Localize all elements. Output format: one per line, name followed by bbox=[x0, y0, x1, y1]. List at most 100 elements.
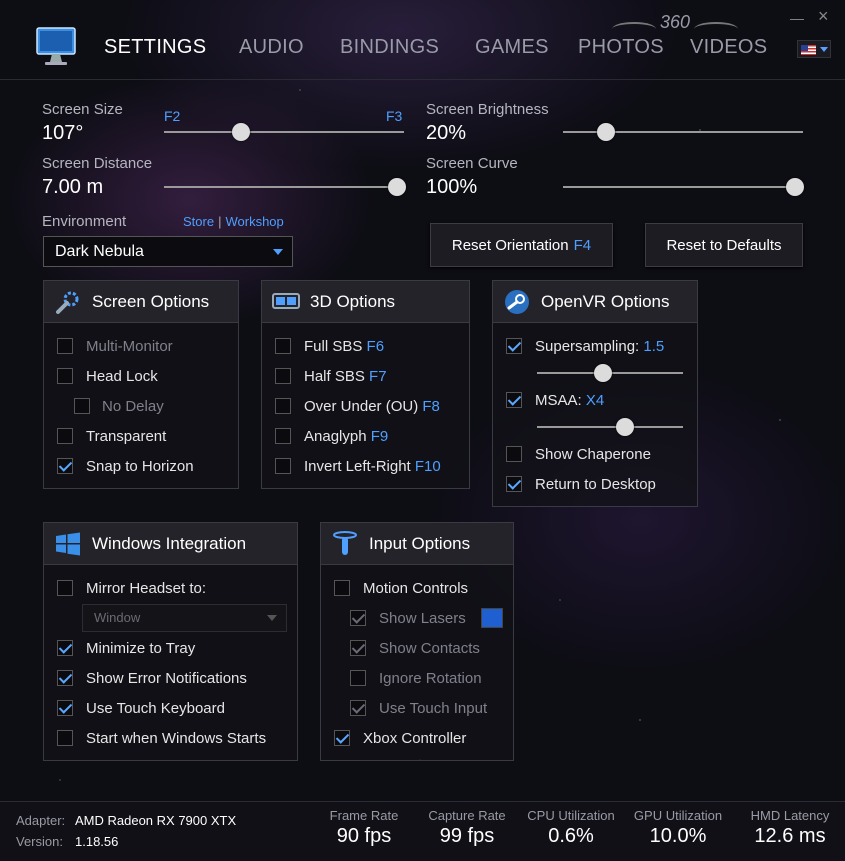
screen-size-slider[interactable] bbox=[164, 123, 404, 141]
screen-distance-slider[interactable] bbox=[164, 178, 406, 196]
anaglyph-checkbox[interactable] bbox=[275, 428, 291, 444]
tab-videos[interactable]: VIDEOS bbox=[690, 36, 767, 59]
option-show-lasers[interactable]: Show Lasers bbox=[321, 603, 513, 633]
option-mirror-headset[interactable]: Mirror Headset to: bbox=[44, 573, 297, 603]
option-msaa[interactable]: MSAA: X4 bbox=[493, 385, 697, 415]
invert-left-right-key: F10 bbox=[414, 457, 441, 475]
option-minimize-to-tray[interactable]: Minimize to Tray bbox=[44, 633, 297, 663]
input-options-title: Input Options bbox=[369, 533, 471, 553]
screen-distance-slider-knob[interactable] bbox=[388, 178, 406, 196]
screen-options-title: Screen Options bbox=[92, 291, 210, 311]
invert-left-right-checkbox[interactable] bbox=[275, 458, 291, 474]
show-lasers-checkbox[interactable] bbox=[350, 610, 366, 626]
reset-orientation-label: Reset Orientation bbox=[451, 236, 569, 254]
option-use-touch-keyboard[interactable]: Use Touch Keyboard bbox=[44, 693, 297, 723]
top-navigation-bar: SETTINGS AUDIO BINDINGS GAMES PHOTOS VID… bbox=[0, 0, 845, 80]
screen-curve-slider-knob[interactable] bbox=[786, 178, 804, 196]
input-options-panel: Input Options Motion Controls Show Laser… bbox=[320, 522, 514, 761]
minimize-to-tray-checkbox[interactable] bbox=[57, 640, 73, 656]
screen-size-slider-knob[interactable] bbox=[231, 123, 250, 141]
metric-capture-rate: Capture Rate 99 fps bbox=[420, 808, 514, 848]
half-sbs-checkbox[interactable] bbox=[275, 368, 291, 384]
start-with-windows-checkbox[interactable] bbox=[57, 730, 73, 746]
head-lock-checkbox[interactable] bbox=[57, 368, 73, 384]
transparent-checkbox[interactable] bbox=[57, 428, 73, 444]
tab-audio[interactable]: AUDIO bbox=[239, 36, 304, 59]
option-supersampling[interactable]: Supersampling: 1.5 bbox=[493, 331, 697, 361]
over-under-checkbox[interactable] bbox=[275, 398, 291, 414]
show-error-notifications-checkbox[interactable] bbox=[57, 670, 73, 686]
screen-size-key-increase[interactable]: F3 bbox=[386, 108, 402, 124]
store-link[interactable]: Store bbox=[183, 214, 214, 229]
vr-controller-icon bbox=[333, 531, 357, 555]
show-chaperone-checkbox[interactable] bbox=[506, 446, 522, 462]
environment-select[interactable]: Dark Nebula bbox=[43, 236, 293, 267]
tab-games[interactable]: GAMES bbox=[475, 36, 549, 59]
gpu-utilization-label: GPU Utilization bbox=[633, 808, 723, 823]
capture-rate-label: Capture Rate bbox=[428, 808, 506, 823]
supersampling-slider[interactable] bbox=[537, 364, 683, 382]
option-ignore-rotation[interactable]: Ignore Rotation bbox=[321, 663, 513, 693]
option-transparent[interactable]: Transparent bbox=[44, 421, 238, 451]
option-xbox-controller[interactable]: Xbox Controller bbox=[321, 723, 513, 753]
msaa-checkbox[interactable] bbox=[506, 392, 522, 408]
option-over-under[interactable]: Over Under (OU) F8 bbox=[262, 391, 469, 421]
option-use-touch-input[interactable]: Use Touch Input bbox=[321, 693, 513, 723]
mirror-target-select[interactable]: Window bbox=[82, 604, 287, 632]
option-snap-to-horizon[interactable]: Snap to Horizon bbox=[44, 451, 238, 481]
gpu-utilization-value: 10.0% bbox=[649, 825, 707, 847]
option-multi-monitor[interactable]: Multi-Monitor bbox=[44, 331, 238, 361]
multi-monitor-checkbox[interactable] bbox=[57, 338, 73, 354]
option-no-delay[interactable]: No Delay bbox=[44, 391, 238, 421]
windows-integration-header: Windows Integration bbox=[44, 523, 297, 565]
snap-to-horizon-checkbox[interactable] bbox=[57, 458, 73, 474]
option-return-to-desktop[interactable]: Return to Desktop bbox=[493, 469, 697, 499]
show-contacts-checkbox[interactable] bbox=[350, 640, 366, 656]
tab-settings[interactable]: SETTINGS bbox=[104, 36, 206, 59]
option-start-with-windows[interactable]: Start when Windows Starts bbox=[44, 723, 297, 753]
option-full-sbs[interactable]: Full SBS F6 bbox=[262, 331, 469, 361]
close-button[interactable]: × bbox=[818, 6, 829, 27]
tab-bindings[interactable]: BINDINGS bbox=[340, 36, 439, 59]
screen-curve-label: Screen Curve bbox=[426, 155, 518, 172]
option-motion-controls[interactable]: Motion Controls bbox=[321, 573, 513, 603]
workshop-link[interactable]: Workshop bbox=[225, 214, 283, 229]
tab-photos[interactable]: PHOTOS bbox=[578, 36, 664, 59]
screen-brightness-slider[interactable] bbox=[563, 123, 803, 141]
screen-curve-slider[interactable] bbox=[563, 178, 804, 196]
mirror-headset-checkbox[interactable] bbox=[57, 580, 73, 596]
supersampling-slider-knob[interactable] bbox=[593, 364, 612, 382]
screen-options-header: Screen Options bbox=[44, 281, 238, 323]
motion-controls-checkbox[interactable] bbox=[334, 580, 350, 596]
option-invert-left-right[interactable]: Invert Left-Right F10 bbox=[262, 451, 469, 481]
use-touch-keyboard-checkbox[interactable] bbox=[57, 700, 73, 716]
screen-brightness-slider-knob[interactable] bbox=[597, 123, 616, 141]
language-selector[interactable] bbox=[797, 40, 831, 58]
badge-360-text: 360 bbox=[659, 12, 691, 32]
msaa-slider[interactable] bbox=[537, 418, 683, 436]
ignore-rotation-checkbox[interactable] bbox=[350, 670, 366, 686]
option-show-error-notifications[interactable]: Show Error Notifications bbox=[44, 663, 297, 693]
option-show-contacts[interactable]: Show Contacts bbox=[321, 633, 513, 663]
use-touch-input-checkbox[interactable] bbox=[350, 700, 366, 716]
option-head-lock[interactable]: Head Lock bbox=[44, 361, 238, 391]
xbox-controller-checkbox[interactable] bbox=[334, 730, 350, 746]
full-sbs-checkbox[interactable] bbox=[275, 338, 291, 354]
monitor-logo-icon bbox=[36, 27, 76, 65]
laser-color-swatch[interactable] bbox=[481, 608, 503, 628]
link-separator: | bbox=[218, 214, 222, 229]
openvr-options-panel: OpenVR Options Supersampling: 1.5 MSAA: … bbox=[492, 280, 698, 507]
screen-size-key-decrease[interactable]: F2 bbox=[164, 108, 180, 124]
reset-orientation-button[interactable]: Reset Orientation F4 bbox=[430, 223, 613, 267]
option-anaglyph[interactable]: Anaglyph F9 bbox=[262, 421, 469, 451]
minimize-button[interactable]: — bbox=[790, 10, 804, 26]
msaa-slider-knob[interactable] bbox=[615, 418, 634, 436]
mirror-target-value: Window bbox=[94, 610, 141, 625]
option-half-sbs[interactable]: Half SBS F7 bbox=[262, 361, 469, 391]
return-to-desktop-checkbox[interactable] bbox=[506, 476, 522, 492]
supersampling-checkbox[interactable] bbox=[506, 338, 522, 354]
no-delay-checkbox[interactable] bbox=[74, 398, 90, 414]
reset-defaults-button[interactable]: Reset to Defaults bbox=[645, 223, 803, 267]
option-show-chaperone[interactable]: Show Chaperone bbox=[493, 439, 697, 469]
3d-options-title: 3D Options bbox=[310, 291, 396, 311]
